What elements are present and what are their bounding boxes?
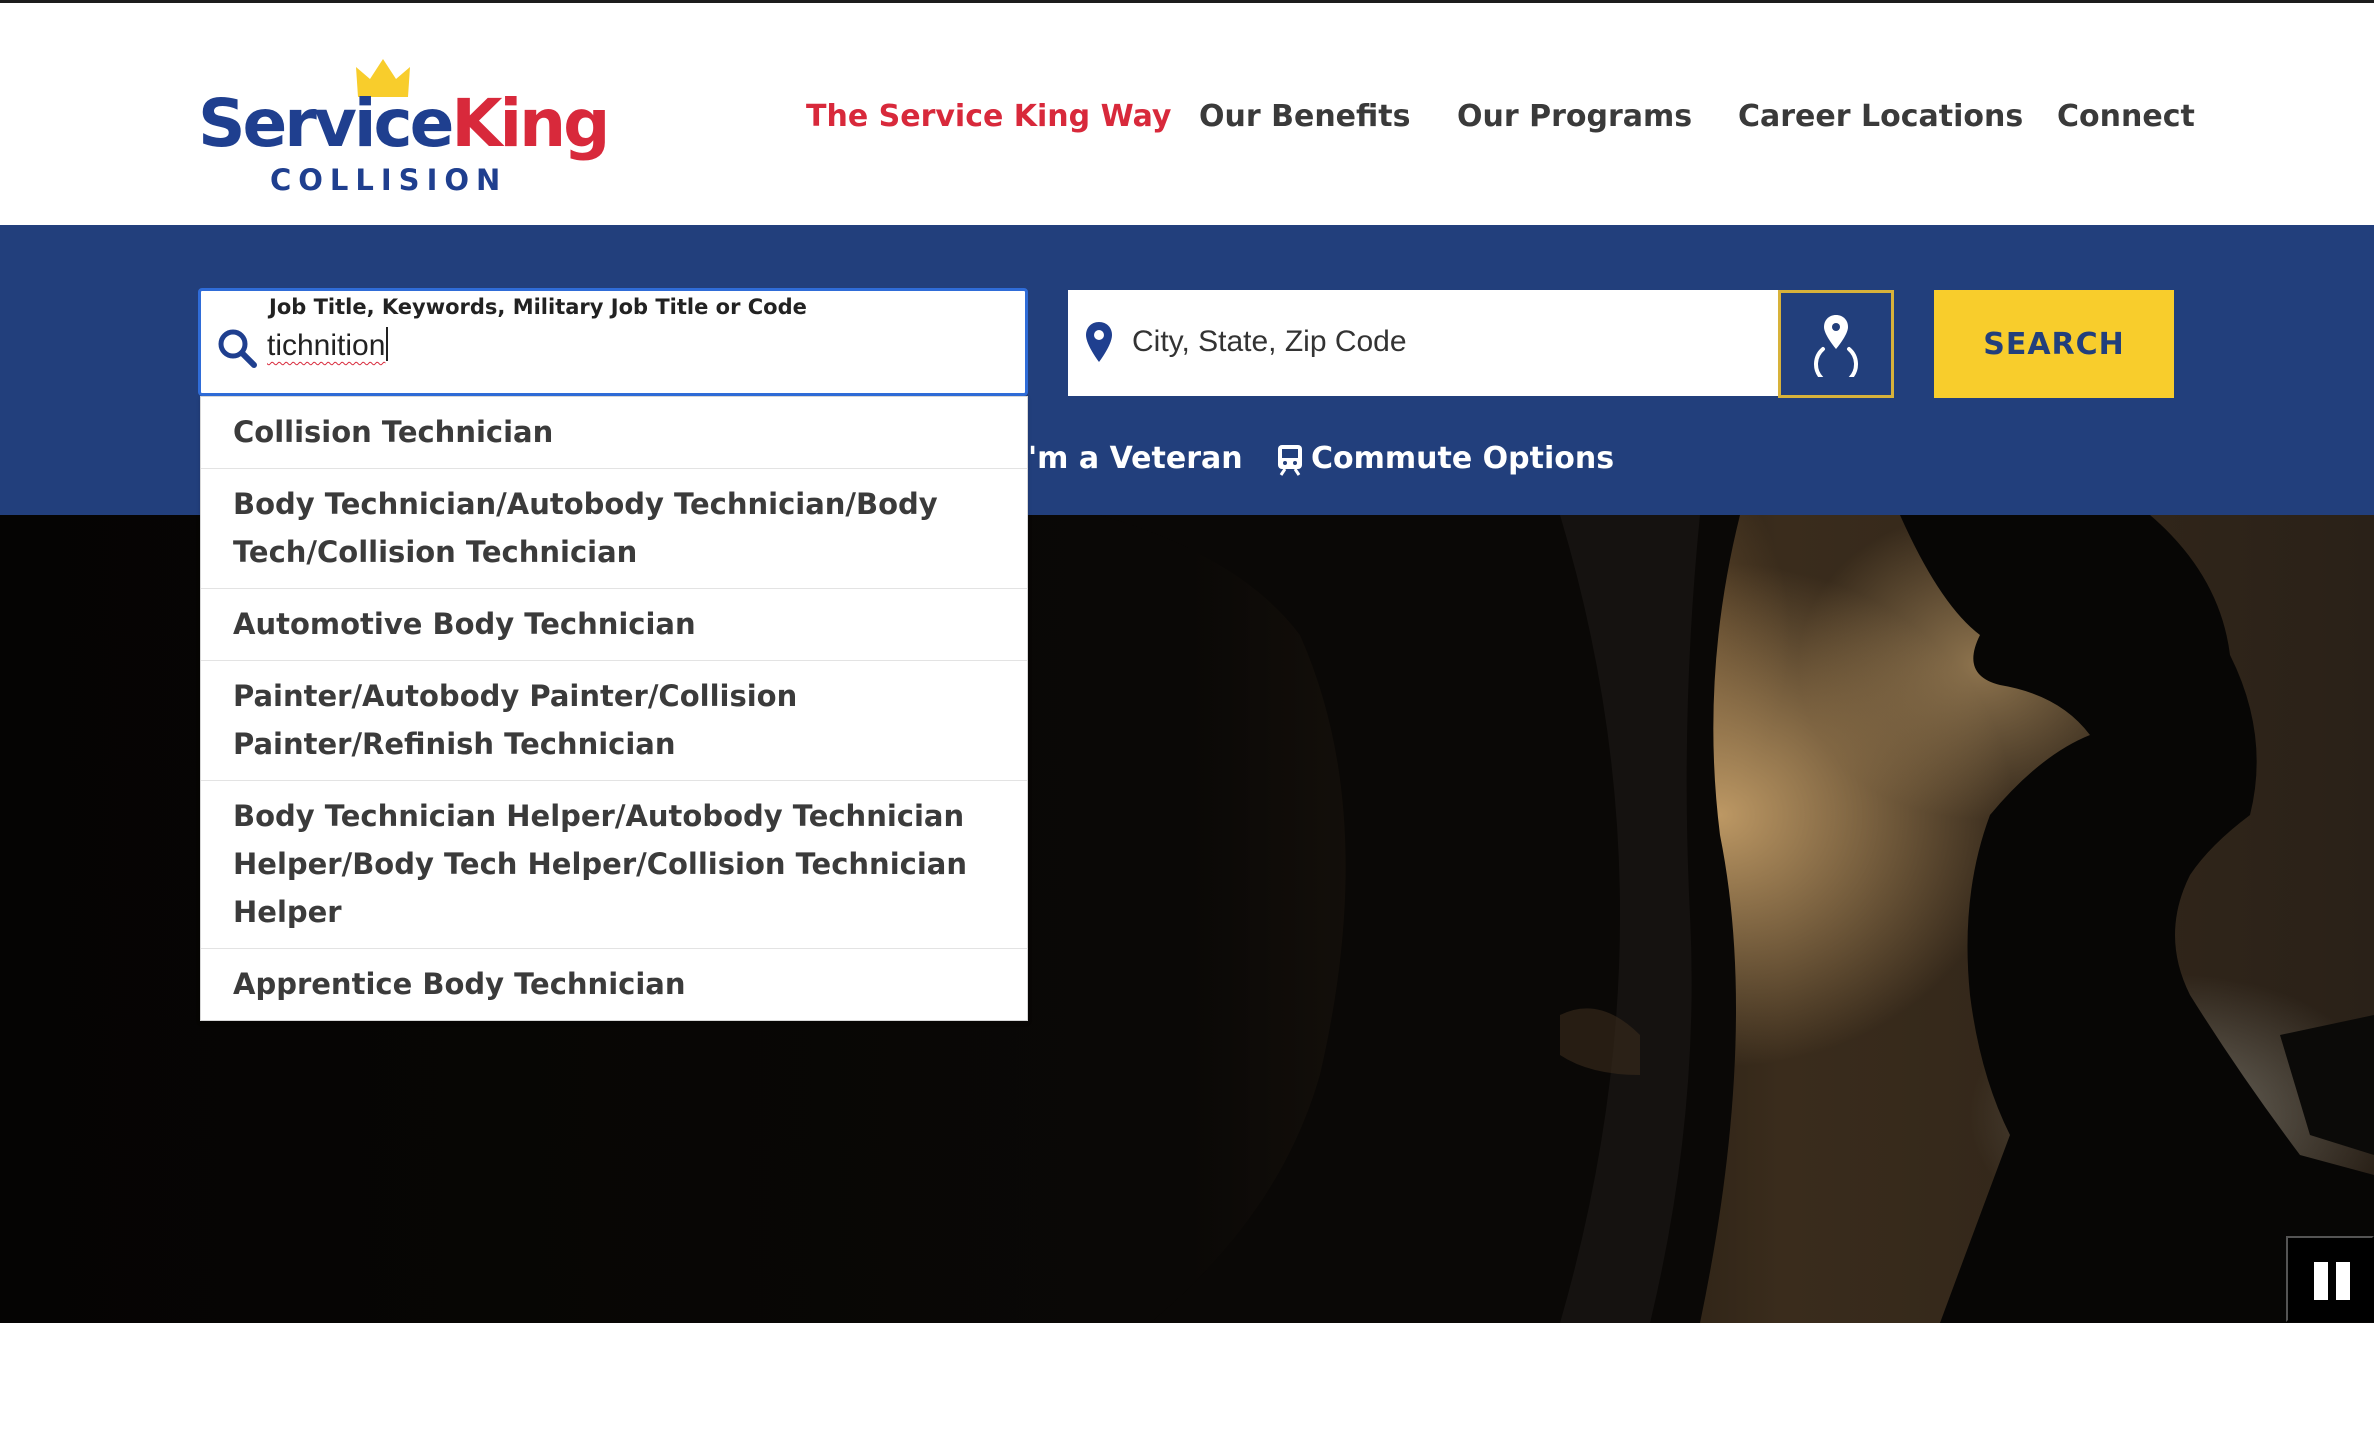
- veteran-link[interactable]: 'm a Veteran: [1028, 441, 1243, 476]
- site-header: ServiceKing COLLISION The Service King W…: [0, 3, 2374, 225]
- service-king-logo[interactable]: ServiceKing COLLISION: [198, 53, 610, 203]
- geolocate-button[interactable]: [1778, 290, 1894, 398]
- suggestion-item[interactable]: Apprentice Body Technician: [201, 949, 1027, 1020]
- suggestion-item[interactable]: Collision Technician: [201, 397, 1027, 469]
- keyword-search-field[interactable]: Job Title, Keywords, Military Job Title …: [198, 288, 1028, 396]
- pause-icon-bar: [2336, 1262, 2350, 1300]
- logo-subtitle: COLLISION: [270, 163, 508, 197]
- geolocate-icon: [1814, 315, 1858, 377]
- suggestion-item[interactable]: Body Technician Helper/Autobody Technici…: [201, 781, 1027, 949]
- search-button[interactable]: SEARCH: [1934, 290, 2174, 398]
- search-icon: [218, 329, 257, 368]
- suggestion-dropdown: Collision Technician Body Technician/Aut…: [200, 396, 1028, 1021]
- logo-wordmark: ServiceKing: [198, 85, 610, 162]
- train-icon: [1278, 445, 1302, 476]
- pause-button[interactable]: [2286, 1236, 2374, 1322]
- commute-options-link[interactable]: Commute Options: [1311, 441, 1614, 476]
- nav-our-programs[interactable]: Our Programs: [1457, 99, 1692, 134]
- nav-connect[interactable]: Connect: [2057, 99, 2195, 134]
- keyword-input[interactable]: tichnition: [267, 327, 389, 363]
- map-pin-icon: [1086, 322, 1112, 362]
- location-field[interactable]: [1068, 290, 1780, 396]
- suggestion-item[interactable]: Painter/Autobody Painter/Collision Paint…: [201, 661, 1027, 781]
- nav-service-king-way[interactable]: The Service King Way: [806, 99, 1171, 134]
- keyword-field-label: Job Title, Keywords, Military Job Title …: [269, 295, 807, 319]
- nav-career-locations[interactable]: Career Locations: [1738, 99, 2023, 134]
- location-input[interactable]: [1132, 312, 1752, 372]
- suggestion-item[interactable]: Automotive Body Technician: [201, 589, 1027, 661]
- suggestion-item[interactable]: Body Technician/Autobody Technician/Body…: [201, 469, 1027, 589]
- nav-our-benefits[interactable]: Our Benefits: [1199, 99, 1410, 134]
- text-caret: [386, 327, 389, 361]
- pause-icon: [2314, 1262, 2328, 1300]
